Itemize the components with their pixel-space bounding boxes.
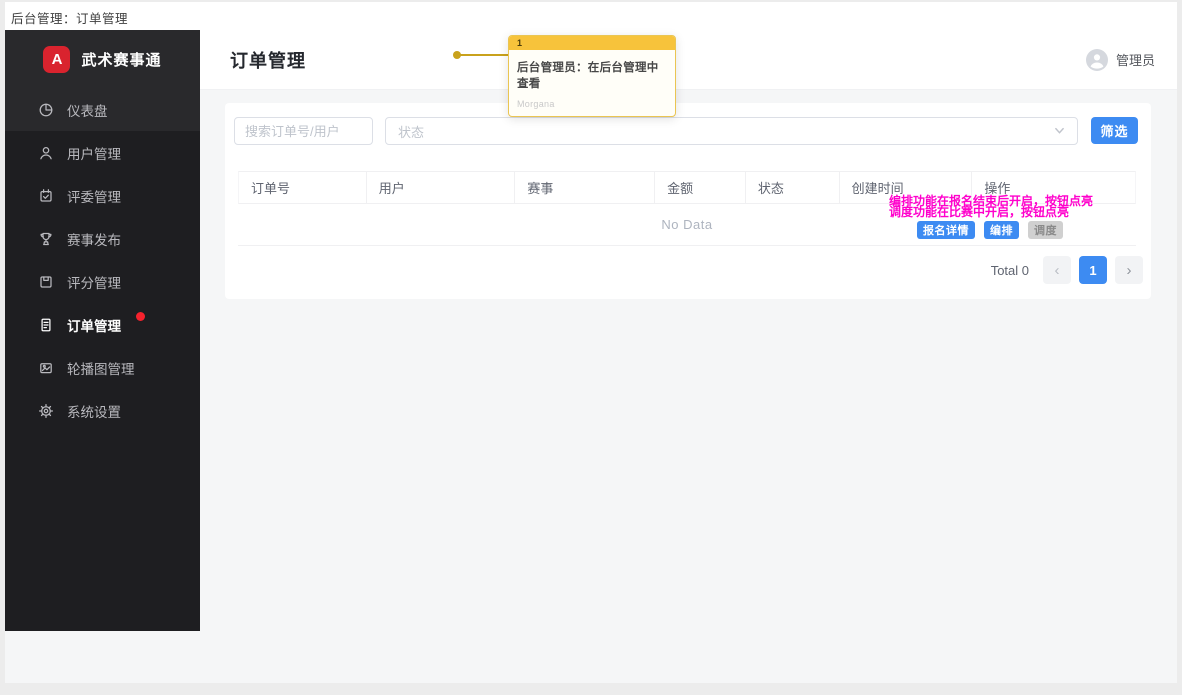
page-header: 订单管理 管理员 [200, 30, 1177, 90]
annotation-tooltip-index: 1 [509, 36, 675, 50]
column-header-5: 状态 [746, 172, 840, 203]
pagination-total: Total 0 [991, 263, 1029, 278]
column-header-2: 用户 [367, 172, 516, 203]
sidebar-item-events[interactable]: 赛事发布 [5, 217, 200, 260]
annotation-connector-line [459, 54, 508, 56]
status-select[interactable]: 状态 [385, 117, 1078, 145]
annotation-tooltip-text: 后台管理员：在后台管理中查看 [509, 50, 675, 91]
user-name: 管理员 [1116, 50, 1155, 69]
sidebar-item-dashboard[interactable]: 仪表盘 [5, 88, 200, 131]
pagination-prev-button[interactable]: ‹ [1043, 256, 1071, 284]
notification-badge [136, 312, 145, 321]
pagination-page-1[interactable]: 1 [1079, 256, 1107, 284]
column-header-1: 订单号 [239, 172, 367, 203]
action-button-编排[interactable]: 编排 [984, 221, 1019, 239]
sidebar-item-label: 用户管理 [67, 143, 121, 163]
annotation-action-note-line2: 调度功能在比赛中开启，按钮点亮 [889, 207, 1093, 218]
filter-button[interactable]: 筛选 [1091, 117, 1138, 144]
sidebar-item-label: 系统设置 [67, 401, 121, 421]
sidebar-item-settings[interactable]: 系统设置 [5, 389, 200, 432]
pagination-next-button[interactable]: › [1115, 256, 1143, 284]
annotation-tooltip: 1 后台管理员：在后台管理中查看 Morgana [508, 35, 676, 117]
action-button-调度[interactable]: 调度 [1028, 221, 1063, 239]
judge-icon [38, 188, 54, 204]
app-name: 武术赛事通 [81, 49, 161, 70]
gear-icon [38, 403, 54, 419]
browser-titlebar: 后台管理：订单管理 [5, 2, 1177, 30]
avatar-icon [1086, 49, 1108, 71]
sidebar-item-users[interactable]: 用户管理 [5, 131, 200, 174]
sidebar-item-carousel[interactable]: 轮播图管理 [5, 346, 200, 389]
sidebar-item-orders[interactable]: 订单管理 [5, 303, 200, 346]
action-button-报名详情[interactable]: 报名详情 [917, 221, 975, 239]
logo-icon: A [43, 46, 70, 73]
user-menu[interactable]: 管理员 [1086, 49, 1155, 71]
annotation-watermark: Morgana [517, 99, 555, 109]
carousel-icon [38, 360, 54, 376]
dashboard-icon [38, 102, 54, 118]
sidebar-item-scoring[interactable]: 评分管理 [5, 260, 200, 303]
column-header-4: 金额 [655, 172, 746, 203]
status-select-placeholder: 状态 [398, 122, 424, 141]
sidebar-item-label: 评委管理 [67, 186, 121, 206]
search-input[interactable] [234, 117, 373, 145]
no-data-text: No Data [661, 217, 712, 232]
browser-title: 后台管理：订单管理 [11, 8, 128, 27]
page-title: 订单管理 [230, 47, 306, 73]
app-logo[interactable]: A 武术赛事通 [5, 30, 200, 88]
chevron-down-icon [1054, 124, 1065, 139]
nav-menu: 仪表盘用户管理评委管理赛事发布评分管理订单管理轮播图管理系统设置 [5, 88, 200, 432]
user-icon [38, 145, 54, 161]
sidebar-item-label: 赛事发布 [67, 229, 121, 249]
sidebar-item-label: 轮播图管理 [67, 358, 135, 378]
sidebar: A 武术赛事通 仪表盘用户管理评委管理赛事发布评分管理订单管理轮播图管理系统设置 [5, 30, 200, 631]
annotation-action-note: 编排功能在报名结束后开启，按钮点亮 调度功能在比赛中开启，按钮点亮 [889, 196, 1093, 218]
orders-card: 状态 筛选 订单号用户赛事金额状态创建时间操作 No Data 编排功能在报名结… [225, 103, 1151, 299]
sidebar-item-label: 仪表盘 [67, 100, 108, 120]
score-icon [38, 274, 54, 290]
sidebar-item-label: 订单管理 [67, 315, 121, 335]
pagination: Total 0 ‹ 1 › [991, 256, 1143, 284]
sidebar-item-judges[interactable]: 评委管理 [5, 174, 200, 217]
row-action-buttons: 报名详情编排调度 [917, 221, 1063, 239]
trophy-icon [38, 231, 54, 247]
column-header-3: 赛事 [515, 172, 655, 203]
order-icon [38, 317, 54, 333]
sidebar-item-label: 评分管理 [67, 272, 121, 292]
